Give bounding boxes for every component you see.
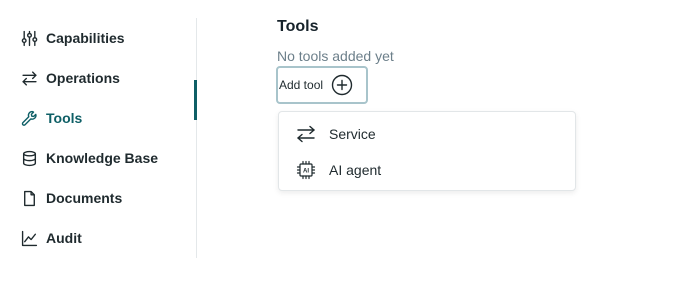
sidebar-item-label: Capabilities [46, 30, 125, 46]
menu-item-label: AI agent [329, 162, 382, 178]
ai-chip-icon: AI [295, 159, 317, 181]
arrows-swap-icon [295, 123, 317, 145]
empty-state-text: No tools added yet [277, 48, 394, 64]
menu-item-label: Service [329, 126, 376, 142]
svg-text:AI: AI [303, 169, 309, 175]
line-chart-icon [20, 229, 38, 247]
wrench-icon [20, 109, 38, 127]
document-icon [20, 189, 38, 207]
plus-circle-icon [331, 74, 353, 96]
sidebar-item-capabilities[interactable]: Capabilities [20, 25, 125, 51]
active-indicator [194, 80, 197, 120]
menu-item-ai-agent[interactable]: AI AI agent [295, 158, 381, 182]
sidebar-item-label: Knowledge Base [46, 150, 159, 166]
database-icon [20, 149, 38, 167]
menu-item-service[interactable]: Service [295, 122, 376, 146]
sidebar-item-label: Documents [46, 190, 123, 206]
sidebar [0, 18, 197, 258]
add-tool-dropdown: Service AI AI agent [278, 111, 576, 191]
sidebar-item-label: Operations [46, 70, 120, 86]
add-tool-button[interactable]: Add tool [276, 66, 368, 104]
sidebar-item-tools[interactable]: Tools [20, 105, 82, 131]
sidebar-item-label: Tools [46, 110, 83, 126]
sidebar-item-knowledge-base[interactable]: Knowledge Base [20, 145, 158, 171]
arrows-swap-icon [20, 69, 38, 87]
add-tool-label: Add tool [279, 78, 324, 92]
sliders-icon [20, 29, 38, 47]
page-title: Tools [277, 18, 319, 35]
sidebar-item-audit[interactable]: Audit [20, 225, 82, 251]
sidebar-item-documents[interactable]: Documents [20, 185, 122, 211]
sidebar-item-label: Audit [46, 230, 82, 246]
sidebar-item-operations[interactable]: Operations [20, 65, 120, 91]
